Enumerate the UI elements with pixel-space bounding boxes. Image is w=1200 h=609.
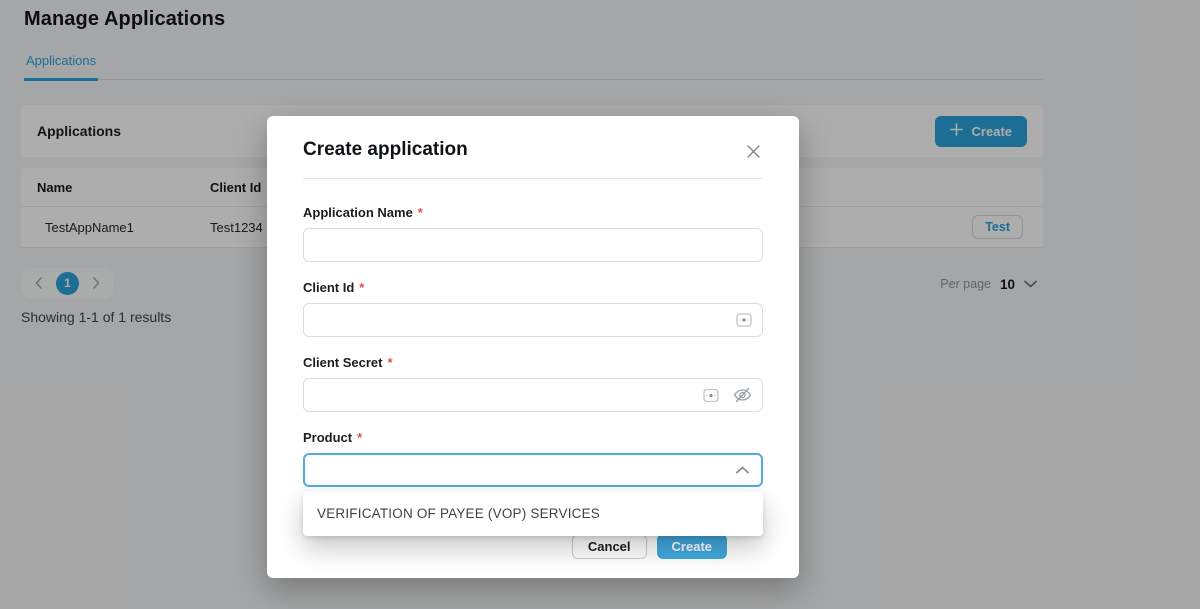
client-id-input[interactable] — [303, 303, 763, 337]
application-name-label: Application Name * — [303, 205, 763, 220]
required-asterisk: * — [387, 355, 392, 370]
product-dropdown-panel: VERIFICATION OF PAYEE (VOP) SERVICES — [303, 491, 763, 536]
product-label: Product * — [303, 430, 763, 445]
field-label-text: Client Id — [303, 280, 354, 295]
application-name-field-group: Application Name * — [303, 205, 763, 262]
field-label-text: Application Name — [303, 205, 413, 220]
field-label-text: Product — [303, 430, 352, 445]
cancel-button[interactable]: Cancel — [572, 534, 647, 559]
password-manager-icon[interactable] — [703, 388, 719, 403]
field-label-text: Client Secret — [303, 355, 382, 370]
close-button[interactable] — [744, 142, 763, 161]
product-field-group: Product * VERIFICATION OF PAYEE (VOP) SE… — [303, 430, 763, 487]
client-id-label: Client Id * — [303, 280, 763, 295]
client-secret-input[interactable] — [303, 378, 763, 412]
create-application-modal: Create application Application Name * Cl… — [267, 116, 799, 578]
dropdown-option-vop[interactable]: VERIFICATION OF PAYEE (VOP) SERVICES — [303, 491, 763, 536]
password-manager-icon[interactable] — [736, 313, 752, 328]
eye-off-icon[interactable] — [733, 387, 752, 403]
close-icon — [746, 147, 761, 162]
product-select[interactable] — [303, 453, 763, 487]
required-asterisk: * — [418, 205, 423, 220]
modal-footer: Cancel Create — [339, 534, 727, 559]
client-id-field-group: Client Id * — [303, 280, 763, 337]
modal-create-button[interactable]: Create — [657, 534, 727, 559]
client-secret-field-group: Client Secret * — [303, 355, 763, 412]
chevron-up-icon — [736, 466, 749, 474]
application-name-input[interactable] — [303, 228, 763, 262]
required-asterisk: * — [357, 430, 362, 445]
modal-divider — [303, 178, 763, 179]
required-asterisk: * — [359, 280, 364, 295]
modal-header: Create application — [267, 116, 799, 161]
modal-title: Create application — [303, 138, 468, 161]
modal-body: Application Name * Client Id * — [267, 205, 799, 559]
client-secret-label: Client Secret * — [303, 355, 763, 370]
